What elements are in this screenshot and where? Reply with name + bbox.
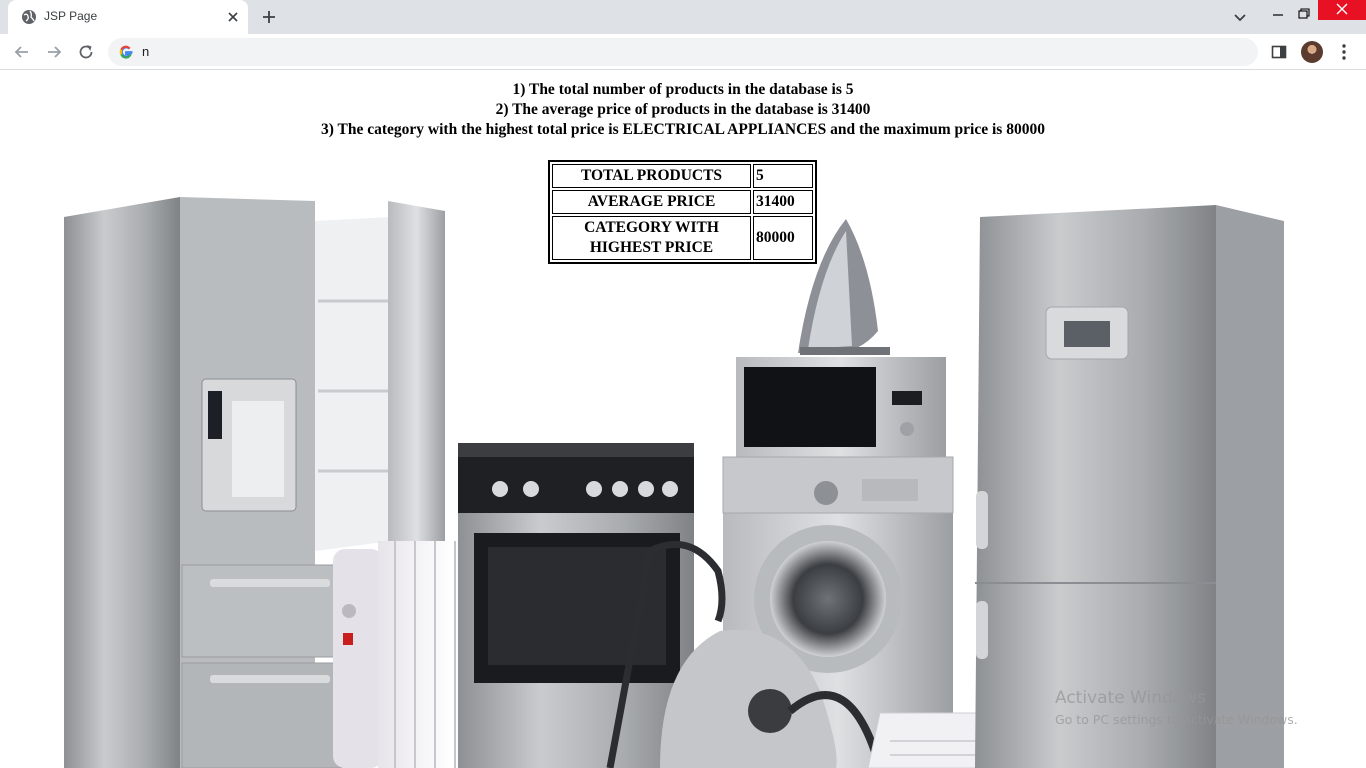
table-value-cell: 31400: [753, 190, 813, 214]
more-menu-icon[interactable]: [1336, 42, 1352, 62]
chevron-down-icon[interactable]: [1226, 4, 1254, 32]
summary-line-total: 1) The total number of products in the d…: [512, 81, 854, 98]
close-window-icon[interactable]: [1318, 0, 1366, 20]
google-icon: [119, 45, 133, 59]
restore-icon[interactable]: [1292, 0, 1316, 28]
summary-lines: 1) The total number of products in the d…: [0, 80, 1366, 140]
table-label-cell: CATEGORY WITH HIGHEST PRICE: [552, 216, 751, 260]
forward-arrow-icon[interactable]: [44, 42, 64, 62]
table-label-cell: AVERAGE PRICE: [552, 190, 751, 214]
table-label-cell: TOTAL PRODUCTS: [552, 164, 751, 188]
watermark-subtitle: Go to PC settings to activate Windows.: [1055, 712, 1298, 727]
gas-range: [458, 443, 694, 768]
globe-icon: [22, 10, 36, 24]
tab-strip: JSP Page: [0, 0, 1366, 34]
table-label-line: CATEGORY WITH: [584, 219, 719, 236]
browser-tab[interactable]: JSP Page: [8, 0, 248, 34]
page-viewport: 1) The total number of products in the d…: [0, 71, 1366, 768]
table-row: TOTAL PRODUCTS 5: [552, 164, 813, 188]
browser-toolbar: n: [0, 34, 1366, 70]
table-row: CATEGORY WITH HIGHEST PRICE 80000: [552, 216, 813, 260]
close-tab-icon[interactable]: [224, 8, 242, 26]
profile-avatar[interactable]: [1301, 41, 1323, 63]
table-value-cell: 80000: [753, 216, 813, 260]
minimize-icon[interactable]: [1266, 0, 1290, 28]
summary-line-average: 2) The average price of products in the …: [495, 101, 871, 118]
side-panel-icon[interactable]: [1270, 43, 1288, 61]
microwave-oven: [736, 357, 946, 457]
new-tab-icon[interactable]: [260, 8, 278, 26]
table-value-cell: 5: [753, 164, 813, 188]
address-input[interactable]: n: [142, 44, 149, 59]
address-bar[interactable]: n: [108, 38, 1258, 66]
reload-icon[interactable]: [76, 42, 96, 62]
table-label-line: HIGHEST PRICE: [589, 239, 714, 256]
summary-line-category: 3) The category with the highest total p…: [321, 121, 1045, 138]
watermark-title: Activate Windows: [1055, 688, 1206, 708]
tab-title: JSP Page: [44, 9, 98, 23]
activate-windows-watermark: Activate Windows Go to PC settings to ac…: [1055, 688, 1298, 727]
back-arrow-icon[interactable]: [12, 42, 32, 62]
table-row: AVERAGE PRICE 31400: [552, 190, 813, 214]
right-refrigerator: [975, 205, 1284, 768]
stats-table: TOTAL PRODUCTS 5 AVERAGE PRICE 31400 CAT…: [548, 160, 817, 264]
